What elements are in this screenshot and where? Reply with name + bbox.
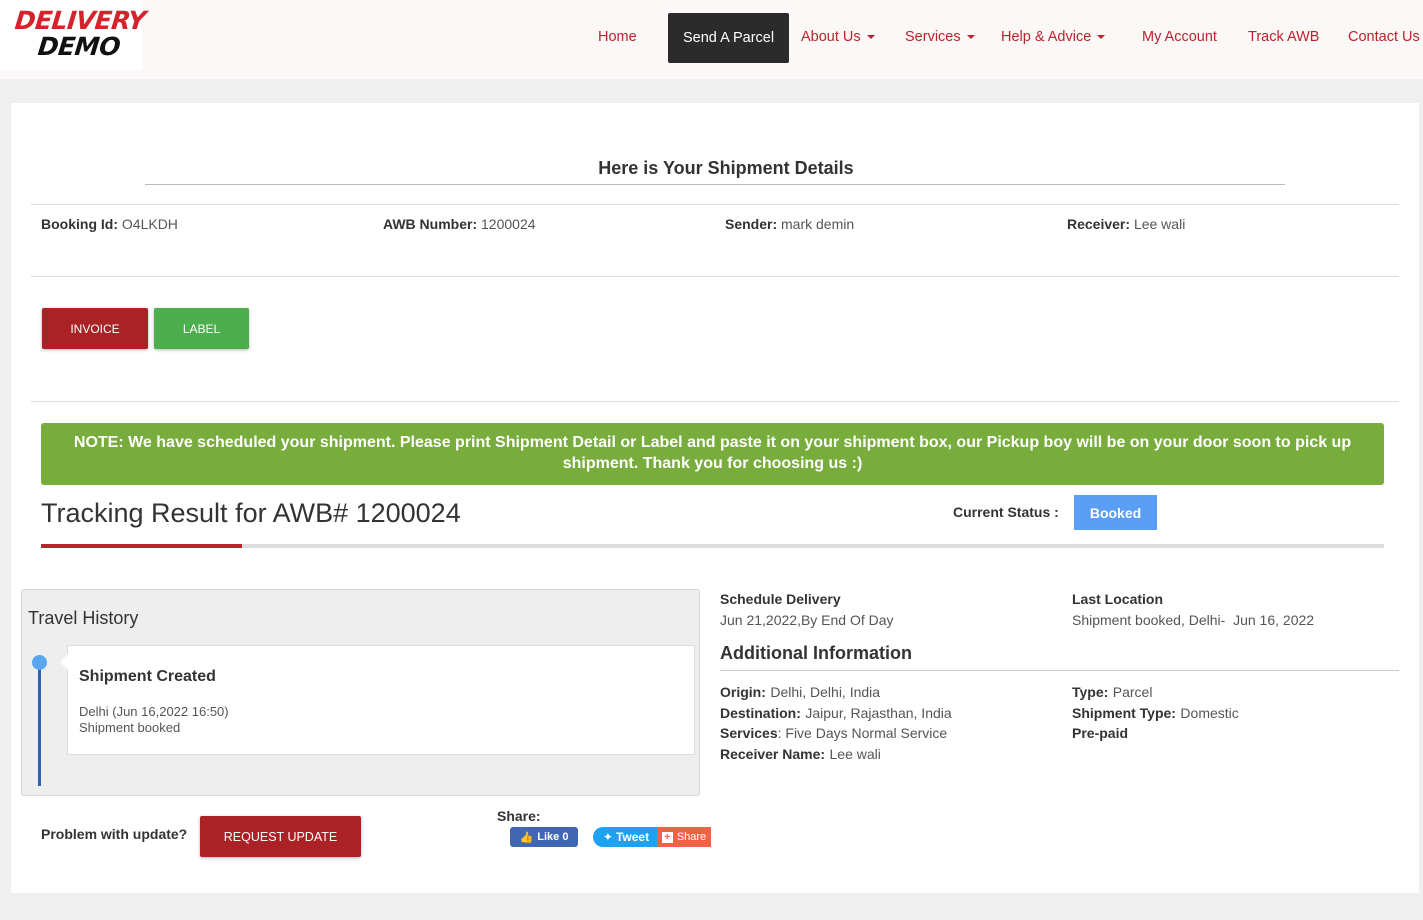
schedule-note: NOTE: We have scheduled your shipment. P…	[41, 423, 1384, 485]
share-button[interactable]: + Share	[657, 827, 711, 847]
receiver: Receiver: Lee wali	[1067, 216, 1185, 232]
nav-about[interactable]: About Us	[801, 29, 875, 45]
origin-label: Origin:	[720, 684, 766, 700]
divider	[31, 276, 1399, 277]
booking-id: Booking Id: O4LKDH	[41, 216, 178, 232]
schedule-delivery-value: Jun 21,2022,By End Of Day	[720, 612, 894, 628]
divider	[31, 204, 1399, 205]
nav-services-label: Services	[905, 29, 961, 45]
chevron-down-icon	[966, 35, 975, 39]
logo-line-2: DEMO	[36, 32, 122, 61]
page-title: Here is Your Shipment Details	[598, 158, 854, 178]
tracking-title: Tracking Result for AWB# 1200024	[41, 498, 461, 528]
event-description: Shipment booked	[79, 720, 181, 735]
destination-value: Jaipur, Rajasthan, India	[805, 705, 952, 721]
travel-history-title: Travel History	[28, 608, 139, 628]
top-navbar: DELIVERY DEMO Home Send A Parcel About U…	[0, 0, 1423, 79]
timeline-arrow	[60, 654, 68, 670]
status-badge: Booked	[1074, 495, 1157, 530]
booking-id-label: Booking Id:	[41, 216, 118, 232]
services-label: Services	[720, 725, 778, 741]
nav-services[interactable]: Services	[905, 29, 975, 45]
shipment-type-value: Domestic	[1180, 705, 1239, 721]
event-title: Shipment Created	[79, 668, 216, 685]
nav-send-parcel[interactable]: Send A Parcel	[668, 13, 790, 63]
tracking-progress-fill	[41, 544, 242, 548]
receiver-name-label: Receiver Name:	[720, 746, 826, 762]
tracking-progress	[41, 544, 1384, 548]
receiver-value: Lee wali	[1133, 216, 1186, 232]
facebook-like-button[interactable]: 👍 Like 0	[510, 827, 578, 847]
plus-icon: +	[661, 831, 673, 843]
receiver-label: Receiver:	[1067, 216, 1131, 232]
current-status-label: Current Status :	[953, 504, 1059, 520]
destination-label: Destination:	[720, 705, 801, 721]
twitter-bird-icon: ✦	[602, 830, 613, 844]
share-button-label: Share	[676, 831, 707, 843]
invoice-button[interactable]: INVOICE	[42, 308, 148, 349]
tweet-button[interactable]: ✦ Tweet	[593, 827, 659, 847]
shipment-panel: Here is Your Shipment Details Booking Id…	[11, 103, 1419, 893]
awb-number-label: AWB Number:	[383, 216, 478, 232]
last-location-value: Shipment booked, Delhi- Jun 16, 2022	[1072, 612, 1315, 628]
receiver-name-value: Lee wali	[829, 746, 881, 762]
shipment-type-label: Shipment Type:	[1072, 705, 1176, 721]
nav-contact[interactable]: Contact Us	[1348, 29, 1420, 45]
logo-line-1: DELIVERY	[13, 6, 148, 35]
logo[interactable]: DELIVERY DEMO	[0, 0, 147, 70]
label-button[interactable]: LABEL	[154, 308, 249, 349]
type-value: Parcel	[1112, 684, 1153, 700]
awb-number-value: 1200024	[481, 216, 536, 232]
divider	[31, 401, 1399, 402]
payment-type: Pre-paid	[1072, 725, 1129, 741]
travel-history: Travel History Shipment Created Delhi (J…	[21, 589, 700, 796]
destination: Destination: Jaipur, Rajasthan, India	[720, 705, 952, 723]
receiver-name: Receiver Name: Lee wali	[720, 746, 881, 764]
request-update-button[interactable]: REQUEST UPDATE	[200, 816, 361, 857]
facebook-like-label: Like 0	[537, 831, 569, 843]
services-value: : Five Days Normal Service	[777, 725, 948, 741]
last-location-label: Last Location	[1072, 591, 1164, 607]
shipment-type: Shipment Type: Domestic	[1072, 705, 1239, 723]
thumbs-up-icon: 👍	[519, 831, 534, 844]
booking-id-value: O4LKDH	[121, 216, 178, 232]
chevron-down-icon	[1097, 35, 1106, 39]
type-label: Type:	[1072, 684, 1109, 700]
type: Type: Parcel	[1072, 684, 1152, 702]
timeline-dot	[32, 655, 47, 670]
schedule-delivery-label: Schedule Delivery	[720, 591, 841, 607]
problem-label: Problem with update?	[41, 826, 188, 842]
origin: Origin: Delhi, Delhi, India	[720, 684, 880, 702]
tweet-label: Tweet	[615, 830, 650, 844]
chevron-down-icon	[866, 35, 875, 39]
additional-info-title: Additional Information	[720, 643, 912, 663]
awb-number: AWB Number: 1200024	[383, 216, 536, 232]
event-location-time: Delhi (Jun 16,2022 16:50)	[79, 704, 229, 719]
services: Services: Five Days Normal Service	[720, 725, 947, 743]
nav-help-label: Help & Advice	[1001, 29, 1092, 45]
timeline-line	[38, 668, 41, 786]
share-label: Share:	[497, 808, 541, 824]
sender-value: mark demin	[781, 216, 855, 232]
nav-home[interactable]: Home	[598, 29, 637, 45]
origin-value: Delhi, Delhi, India	[770, 684, 881, 700]
nav-track-awb[interactable]: Track AWB	[1248, 29, 1319, 45]
sender-label: Sender:	[725, 216, 778, 232]
nav-my-account[interactable]: My Account	[1142, 29, 1217, 45]
divider	[720, 670, 1399, 671]
timeline-event: Shipment Created Delhi (Jun 16,2022 16:5…	[60, 645, 695, 755]
sender: Sender: mark demin	[725, 216, 854, 232]
title-divider	[145, 184, 1285, 185]
nav-about-label: About Us	[801, 29, 861, 45]
nav-help[interactable]: Help & Advice	[1001, 29, 1106, 45]
